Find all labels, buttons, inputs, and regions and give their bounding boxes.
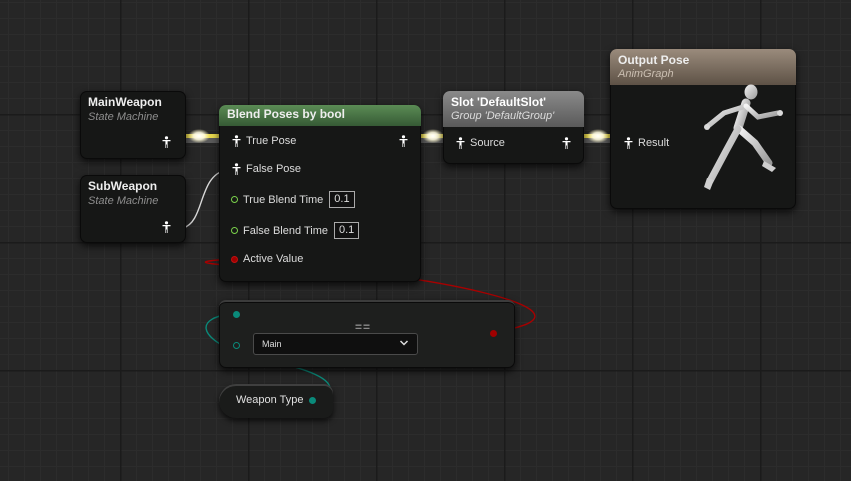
true-blend-time-label: True Blend Time <box>243 193 324 206</box>
enum-equals-node[interactable]: == Main <box>219 300 515 368</box>
blend-node-title: Blend Poses by bool <box>227 107 346 121</box>
main-weapon-pose-out-pin[interactable] <box>162 136 171 148</box>
weapon-type-label: Weapon Type <box>236 394 304 406</box>
person-pose-icon <box>232 135 241 147</box>
person-pose-icon <box>232 163 241 175</box>
running-mannequin-icon <box>704 84 783 190</box>
weapon-type-out-pin[interactable] <box>309 397 316 404</box>
true-pose-label: True Pose <box>246 135 297 147</box>
bool-pin-icon <box>231 255 238 263</box>
result-label: Result <box>638 137 670 149</box>
person-pose-icon <box>624 137 633 149</box>
enum-selected-value: Main <box>262 339 282 349</box>
bool-out-pin[interactable] <box>490 330 497 337</box>
false-blend-time-pin[interactable]: False Blend Time 0.1 <box>231 222 360 239</box>
false-pose-label: False Pose <box>246 163 302 175</box>
person-pose-icon <box>562 137 571 149</box>
output-node-subtitle: AnimGraph <box>618 68 674 80</box>
slot-node-title: Slot 'DefaultSlot' <box>451 95 547 109</box>
source-label: Source <box>470 137 505 149</box>
float-pin-icon <box>231 196 238 203</box>
main-weapon-title: MainWeapon <box>88 95 162 109</box>
active-value-label: Active Value <box>243 253 304 265</box>
enum-b-pin[interactable] <box>233 342 240 349</box>
main-weapon-node[interactable]: MainWeapon State Machine <box>80 91 186 159</box>
result-pin[interactable]: Result <box>624 137 669 149</box>
sub-weapon-node[interactable]: SubWeapon State Machine <box>80 175 186 243</box>
main-weapon-subtitle: State Machine <box>88 111 159 123</box>
false-blend-time-input[interactable]: 0.1 <box>333 222 360 239</box>
false-pose-pin[interactable]: False Pose <box>232 163 301 175</box>
true-pose-pin[interactable]: True Pose <box>232 135 296 147</box>
output-node-title: Output Pose <box>618 53 690 67</box>
sub-weapon-title: SubWeapon <box>88 179 158 193</box>
active-value-pin[interactable]: Active Value <box>231 253 303 265</box>
blend-pose-out-pin[interactable] <box>399 135 408 147</box>
blend-poses-node[interactable]: Blend Poses by bool True Pose False Pose… <box>219 105 421 282</box>
weapon-type-variable-node[interactable]: Weapon Type <box>219 384 333 418</box>
slot-pose-out-pin[interactable] <box>562 137 571 149</box>
true-blend-time-input[interactable]: 0.1 <box>329 191 355 208</box>
equals-operator-label: == <box>355 320 372 334</box>
person-pose-icon <box>456 137 465 149</box>
slot-node-subtitle: Group 'DefaultGroup' <box>451 110 555 122</box>
person-pose-icon <box>162 136 171 148</box>
float-pin-icon <box>231 227 238 234</box>
chevron-down-icon <box>399 340 409 346</box>
person-pose-icon <box>399 135 408 147</box>
true-blend-time-pin[interactable]: True Blend Time 0.1 <box>231 191 355 208</box>
source-pin[interactable]: Source <box>456 137 505 149</box>
sub-weapon-subtitle: State Machine <box>88 195 159 207</box>
enum-a-pin[interactable] <box>233 311 240 318</box>
sub-weapon-pose-out-pin[interactable] <box>162 221 171 233</box>
slot-node[interactable]: Slot 'DefaultSlot' Group 'DefaultGroup' … <box>443 91 584 164</box>
false-blend-time-label: False Blend Time <box>243 224 328 237</box>
enum-value-dropdown[interactable]: Main <box>253 333 418 355</box>
person-pose-icon <box>162 221 171 233</box>
output-pose-node[interactable]: Output Pose AnimGraph Result <box>610 49 796 209</box>
